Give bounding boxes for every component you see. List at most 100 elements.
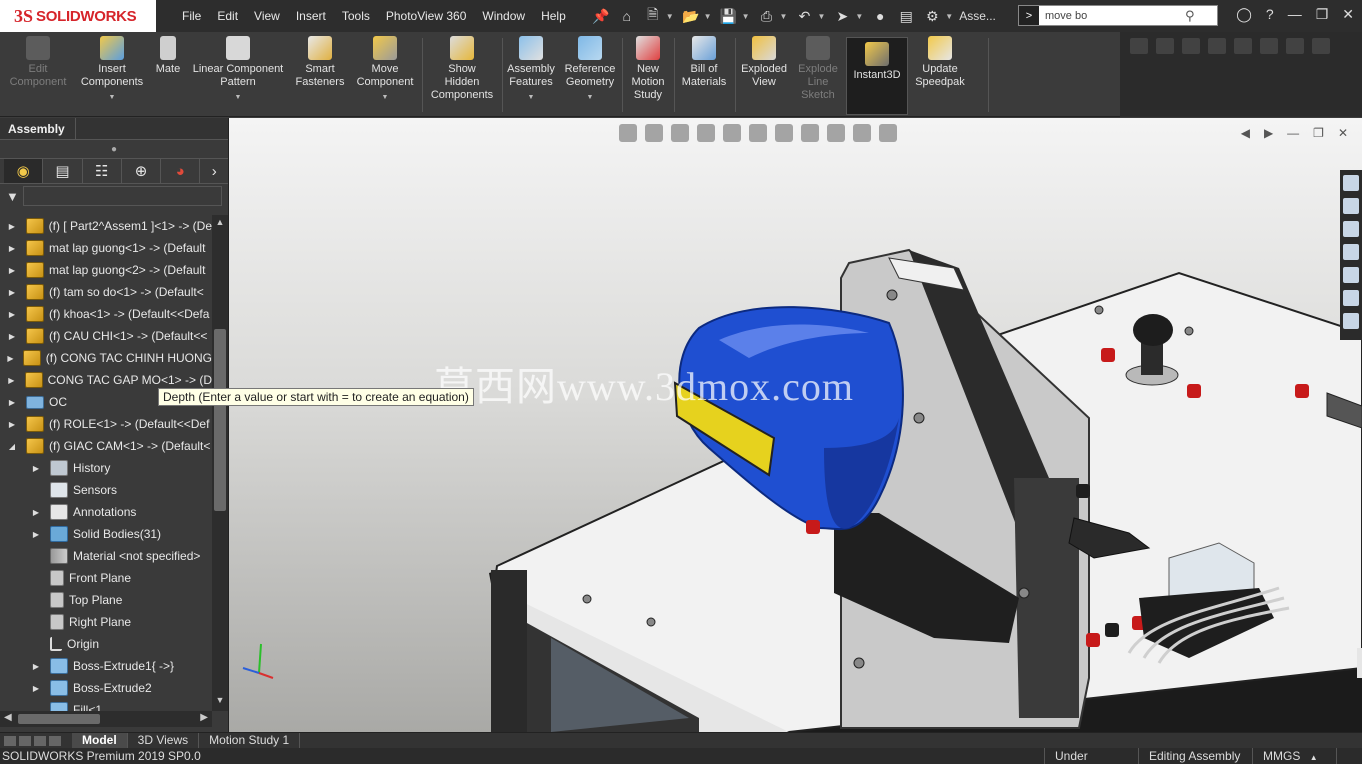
options-gear-icon[interactable]: ⚙ xyxy=(923,7,941,25)
pin-icon[interactable]: 📌 xyxy=(592,7,610,25)
toolbar-icon[interactable] xyxy=(1208,38,1226,54)
status-units[interactable]: MMGS ▲ xyxy=(1252,748,1336,764)
expand-right-icon[interactable]: ▶ xyxy=(30,530,42,539)
expand-down-icon[interactable]: ◢ xyxy=(6,442,18,451)
select-arrow-icon[interactable]: ➤ xyxy=(833,7,851,25)
menu-view[interactable]: View xyxy=(254,9,280,23)
file-properties-icon[interactable]: ▤ xyxy=(897,7,915,25)
minimize-icon[interactable]: — xyxy=(1288,6,1302,23)
insert-components-button[interactable]: Insert Components ▼ xyxy=(76,36,148,104)
file-explorer-icon[interactable] xyxy=(1343,221,1359,237)
expand-right-icon[interactable]: ▶ xyxy=(30,464,42,473)
tree-item[interactable]: Front Plane xyxy=(0,567,212,589)
toolbar-icon[interactable] xyxy=(1286,38,1304,54)
tab-assembly[interactable]: Assembly xyxy=(8,122,65,136)
scroll-right-icon[interactable]: ▶ xyxy=(200,712,208,723)
tree-item[interactable]: ▶ (f) CONG TAC CHINH HUONG xyxy=(0,347,212,369)
design-library-icon[interactable] xyxy=(1343,198,1359,214)
viewport-minimize-icon[interactable]: — xyxy=(1287,126,1299,140)
user-icon[interactable]: ◯ xyxy=(1236,6,1252,23)
expand-right-icon[interactable]: ▶ xyxy=(30,684,42,693)
toolbar-icon[interactable] xyxy=(1182,38,1200,54)
toolbar-icon[interactable] xyxy=(1156,38,1174,54)
close-icon[interactable]: ✕ xyxy=(1342,6,1354,23)
rebuild-traffic-light-icon[interactable]: ● xyxy=(871,7,889,25)
property-manager-tab[interactable]: ▤ xyxy=(43,159,83,183)
next-tab-icon[interactable] xyxy=(34,735,46,746)
bill-of-materials-button[interactable]: Bill of Materials xyxy=(676,36,732,89)
expand-right-icon[interactable]: ▶ xyxy=(6,398,18,407)
tree-horizontal-scrollbar[interactable]: ◀ ▶ xyxy=(0,711,212,727)
new-document-icon[interactable]: 🗎 xyxy=(644,6,662,25)
expand-right-icon[interactable]: ▶ xyxy=(30,508,42,517)
scroll-thumb[interactable] xyxy=(214,329,226,511)
chevron-down-icon[interactable]: ▼ xyxy=(666,12,674,21)
print-icon[interactable]: ⎙ xyxy=(758,7,776,25)
hscroll-thumb[interactable] xyxy=(18,714,100,724)
viewport-next-icon[interactable]: ▶ xyxy=(1264,126,1273,140)
tree-item[interactable]: Origin xyxy=(0,633,212,655)
tab-model[interactable]: Model xyxy=(72,732,128,749)
tree-item[interactable]: ▶ Solid Bodies(31) xyxy=(0,523,212,545)
forum-icon[interactable] xyxy=(1343,313,1359,329)
smart-fasteners-button[interactable]: Smart Fasteners xyxy=(292,36,348,89)
tab-motion-study-1[interactable]: Motion Study 1 xyxy=(199,732,301,749)
prev-tab-icon[interactable] xyxy=(19,735,31,746)
graphics-area[interactable]: ◀ ▶ — ❐ ✕ 莫西网www.3dmox.com xyxy=(229,118,1362,732)
menu-photoview[interactable]: PhotoView 360 xyxy=(386,9,467,23)
apply-scene-icon[interactable] xyxy=(853,124,871,142)
tree-item[interactable]: Right Plane xyxy=(0,611,212,633)
menu-edit[interactable]: Edit xyxy=(217,9,238,23)
tree-item[interactable]: ▶ (f) CAU CHI<1> -> (Default<< xyxy=(0,325,212,347)
explode-line-sketch-button[interactable]: Explode Line Sketch xyxy=(794,36,842,102)
appearances-icon[interactable] xyxy=(1343,267,1359,283)
edit-component-button[interactable]: Edit Component xyxy=(6,36,70,89)
linear-component-pattern-button[interactable]: Linear Component Pattern ▼ xyxy=(188,36,288,104)
view-orientation-icon[interactable] xyxy=(749,124,767,142)
dimxpert-manager-tab[interactable]: ⊕ xyxy=(122,159,162,183)
tree-item[interactable]: Material <not specified> xyxy=(0,545,212,567)
chevron-down-icon[interactable]: ▼ xyxy=(817,12,825,21)
dynamic-annotation-icon[interactable] xyxy=(723,124,741,142)
tree-item[interactable]: ▶ (f) ROLE<1> -> (Default<<Def xyxy=(0,413,212,435)
move-component-button[interactable]: Move Component ▼ xyxy=(352,36,418,104)
viewport-restore-icon[interactable]: ❐ xyxy=(1313,126,1324,140)
tree-vertical-scrollbar[interactable]: ▲ ▼ xyxy=(212,215,228,711)
menu-window[interactable]: Window xyxy=(482,9,525,23)
status-extra[interactable] xyxy=(1336,748,1362,764)
chevron-down-icon[interactable]: ▼ xyxy=(188,91,288,104)
filter-icon[interactable]: ▼ xyxy=(6,189,19,204)
toolbar-icon[interactable] xyxy=(1130,38,1148,54)
tree-filter-box[interactable] xyxy=(22,186,222,206)
feature-manager-tab[interactable]: ◉ xyxy=(4,159,44,183)
expand-right-icon[interactable]: ▶ xyxy=(6,288,18,297)
home-icon[interactable]: ⌂ xyxy=(618,7,636,25)
tree-item[interactable]: ▶ mat lap guong<1> -> (Default xyxy=(0,237,212,259)
expand-right-icon[interactable]: ▶ xyxy=(6,244,18,253)
save-icon[interactable]: 💾 xyxy=(720,7,738,25)
more-tabs-button[interactable]: › xyxy=(200,159,228,183)
view-palette-icon[interactable] xyxy=(1343,244,1359,260)
tree-item[interactable]: Fill<1 xyxy=(0,699,212,711)
custom-properties-icon[interactable] xyxy=(1343,290,1359,306)
menu-tools[interactable]: Tools xyxy=(342,9,370,23)
new-motion-study-button[interactable]: New Motion Study xyxy=(625,36,671,102)
chevron-down-icon[interactable]: ▼ xyxy=(780,12,788,21)
restore-icon[interactable]: ❐ xyxy=(1316,6,1329,23)
zoom-to-fit-icon[interactable] xyxy=(619,124,637,142)
last-tab-icon[interactable] xyxy=(49,735,61,746)
instant3d-button[interactable]: Instant3D xyxy=(846,37,908,115)
tree-item[interactable]: Sensors xyxy=(0,479,212,501)
display-manager-tab[interactable]: ◕ xyxy=(161,159,201,183)
chevron-down-icon[interactable]: ▼ xyxy=(855,12,863,21)
expand-right-icon[interactable]: ▶ xyxy=(6,222,18,231)
section-view-icon[interactable] xyxy=(697,124,715,142)
help-icon[interactable]: ? xyxy=(1266,6,1274,23)
first-tab-icon[interactable] xyxy=(4,735,16,746)
search-input[interactable] xyxy=(1039,6,1185,25)
expand-right-icon[interactable]: ▶ xyxy=(30,662,42,671)
assembly-features-button[interactable]: Assembly Features ▼ xyxy=(505,36,557,104)
toolbar-icon[interactable] xyxy=(1312,38,1330,54)
tree-item[interactable]: ▶ (f) khoa<1> -> (Default<<Defa xyxy=(0,303,212,325)
scroll-left-icon[interactable]: ◀ xyxy=(4,712,12,723)
